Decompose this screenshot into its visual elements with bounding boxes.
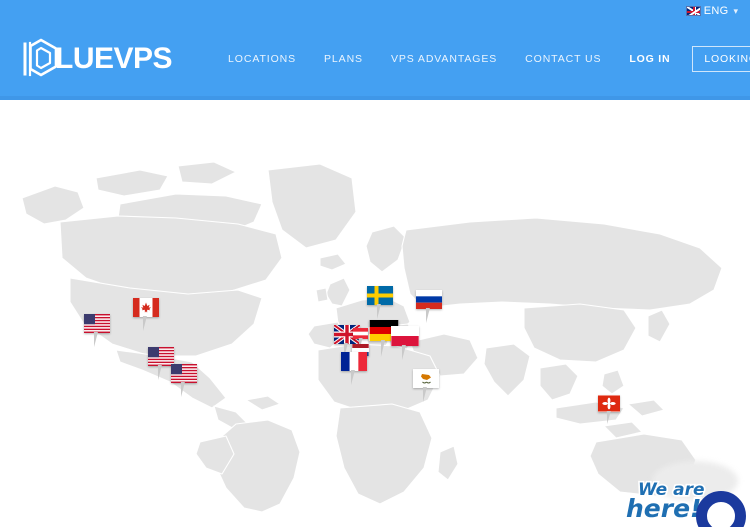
chat-widget[interactable]: We are here! — [620, 461, 748, 527]
fr-flag-icon — [341, 352, 367, 371]
ru-flag-icon — [416, 290, 442, 309]
map-pin-france[interactable] — [341, 352, 367, 385]
language-selector[interactable]: ENG ▾ — [685, 5, 738, 17]
map-pin-austria[interactable] — [353, 328, 368, 349]
se-flag-icon — [367, 286, 393, 305]
map-pin-sweden[interactable] — [367, 286, 393, 319]
nav-item-log-in[interactable]: LOG IN — [615, 47, 684, 71]
pl-flag-icon — [391, 326, 419, 346]
nav-item-contact-us[interactable]: CONTACT US — [511, 47, 615, 71]
map-pin-united-states[interactable] — [84, 314, 110, 347]
language-bar: ENG ▾ — [0, 0, 750, 22]
map-pin-cyprus[interactable] — [413, 369, 439, 402]
us-flag-icon — [171, 364, 197, 383]
nav-item-vps-advantages[interactable]: VPS ADVANTAGES — [377, 47, 511, 71]
map-pin-canada[interactable] — [133, 298, 159, 331]
chat-line-2: here! — [626, 494, 701, 523]
main-navigation: LOCATIONS PLANS VPS ADVANTAGES CONTACT U… — [214, 46, 750, 72]
uk-flag-icon — [685, 6, 701, 16]
page-root: ENG ▾ LUEVPS LOCATIONS PLANS VPS ADVANTA… — [0, 0, 750, 527]
map-pin-russia[interactable] — [416, 290, 442, 323]
map-stage: CHOOSE VPS We are here! — [0, 104, 750, 527]
map-pin-hong-kong[interactable] — [598, 395, 620, 424]
logo-text: LUEVPS — [55, 42, 173, 75]
chat-launcher-circle[interactable] — [696, 491, 746, 527]
map-pin-poland[interactable] — [391, 326, 419, 360]
site-header: LUEVPS LOCATIONS PLANS VPS ADVANTAGES CO… — [0, 22, 750, 100]
us-flag-icon — [84, 314, 110, 333]
nav-item-locations[interactable]: LOCATIONS — [214, 47, 310, 71]
cy-flag-icon — [413, 369, 439, 388]
looking-glass-button[interactable]: LOOKING GLASS — [692, 46, 750, 72]
ca-flag-icon — [133, 298, 159, 317]
language-code: ENG — [703, 5, 729, 17]
map-pin-united-states-3[interactable] — [171, 364, 197, 397]
logo[interactable]: LUEVPS — [18, 36, 173, 82]
nav-item-plans[interactable]: PLANS — [310, 47, 377, 71]
chevron-down-icon: ▾ — [733, 5, 738, 16]
hk-flag-icon — [598, 395, 620, 412]
